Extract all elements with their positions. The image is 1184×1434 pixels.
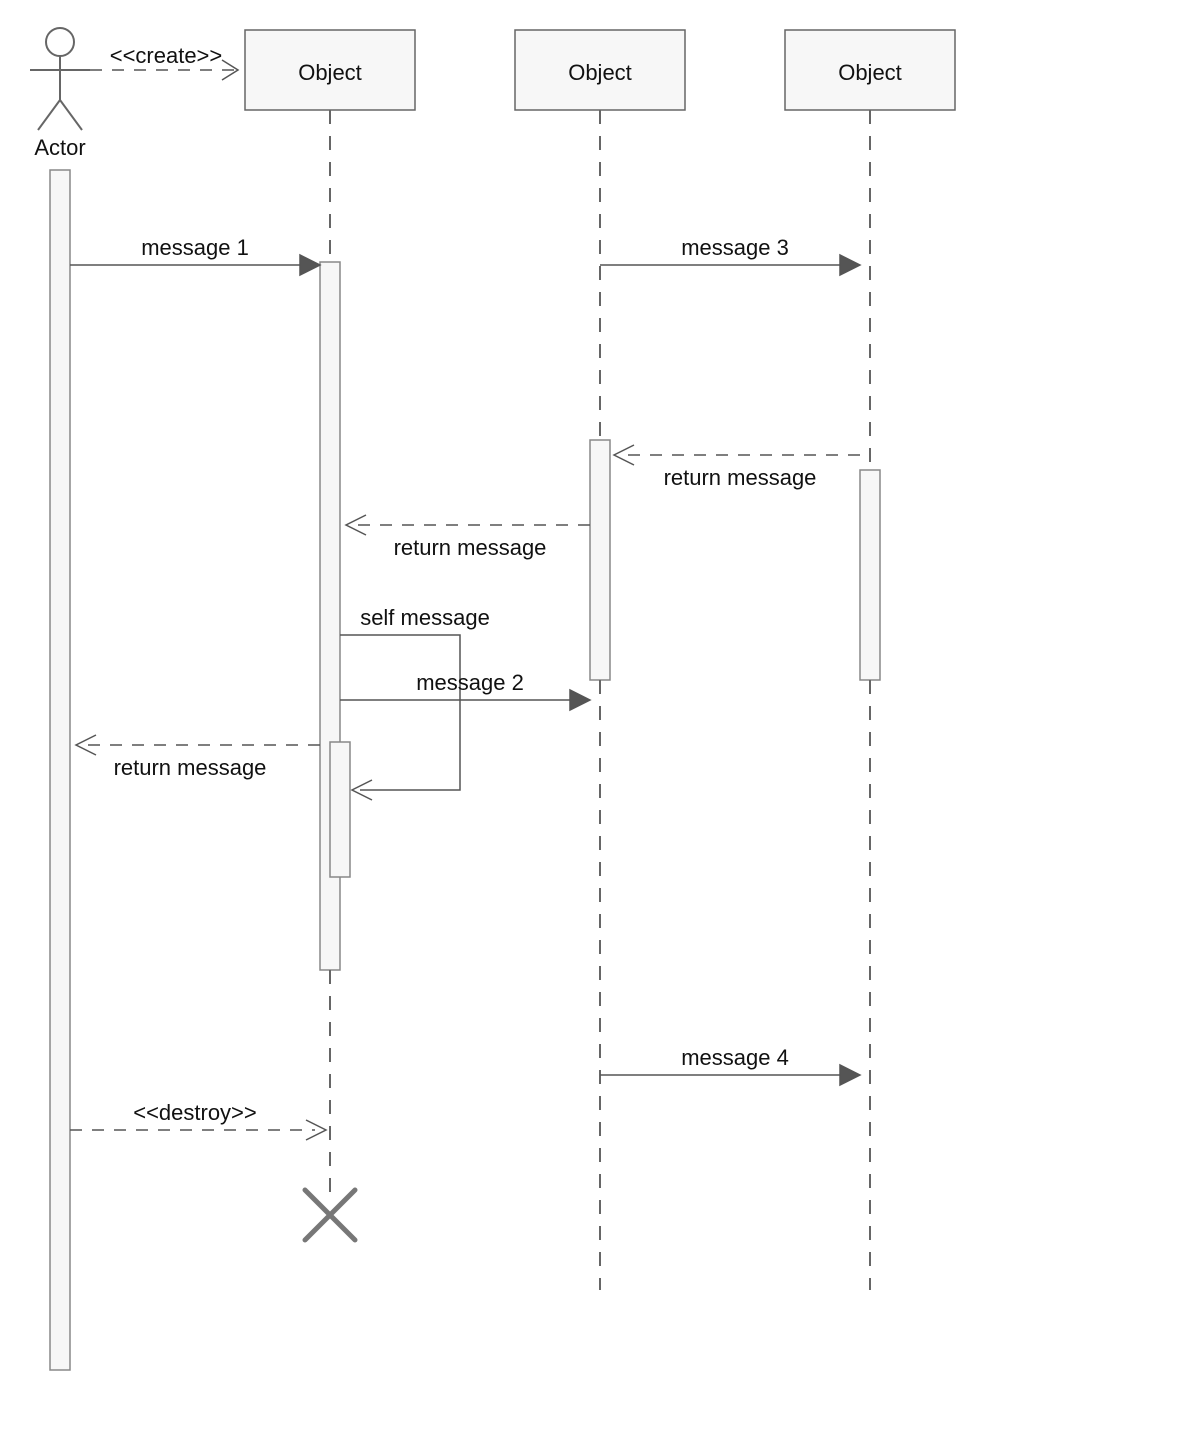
actor-label: Actor	[34, 135, 85, 160]
message-2-label: message 2	[416, 670, 524, 695]
message-3-label: message 3	[681, 235, 789, 260]
return-obj1-actor	[76, 735, 320, 755]
destroy-x-icon	[305, 1190, 355, 1240]
return-obj3-obj2	[614, 445, 860, 465]
actor-figure	[30, 28, 90, 130]
object-2-label: Object	[568, 60, 632, 85]
destroy-message-label: <<destroy>>	[133, 1100, 257, 1125]
object-1-label: Object	[298, 60, 362, 85]
return-obj3-obj2-label: return message	[664, 465, 817, 490]
self-message-label: self message	[360, 605, 490, 630]
return-obj2-obj1-label: return message	[394, 535, 547, 560]
return-obj1-actor-label: return message	[114, 755, 267, 780]
object-3-activation	[860, 470, 880, 680]
object-3-label: Object	[838, 60, 902, 85]
message-4-label: message 4	[681, 1045, 789, 1070]
message-1-label: message 1	[141, 235, 249, 260]
actor-activation	[50, 170, 70, 1370]
object-2-activation	[590, 440, 610, 680]
create-message-label: <<create>>	[110, 43, 223, 68]
return-obj2-obj1	[346, 515, 590, 535]
